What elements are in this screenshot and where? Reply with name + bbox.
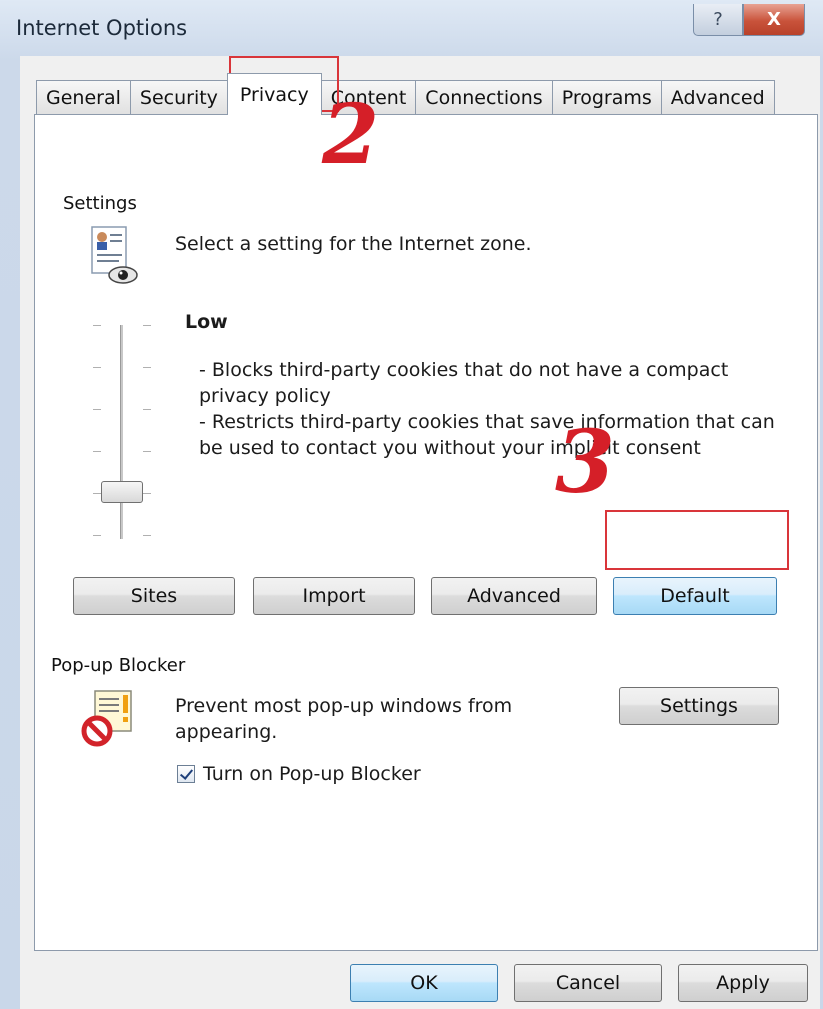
- slider-tick: [93, 493, 101, 494]
- slider-tick: [93, 451, 101, 452]
- tab-programs[interactable]: Programs: [551, 80, 662, 114]
- tab-security[interactable]: Security: [129, 80, 228, 114]
- window-title: Internet Options: [16, 16, 188, 40]
- slider-tick: [93, 535, 101, 536]
- apply-button[interactable]: Apply: [678, 964, 808, 1002]
- popup-blocker-checkbox[interactable]: [177, 765, 195, 783]
- sites-button[interactable]: Sites: [73, 577, 235, 615]
- slider-tick: [93, 325, 101, 326]
- slider-tick: [143, 325, 151, 326]
- privacy-level-description: - Blocks third-party cookies that do not…: [199, 357, 779, 461]
- level-desc-line-1: - Blocks third-party cookies that do not…: [199, 359, 729, 407]
- advanced-button[interactable]: Advanced: [431, 577, 597, 615]
- slider-track[interactable]: [120, 325, 123, 539]
- slider-tick: [93, 409, 101, 410]
- tab-general[interactable]: General: [36, 80, 131, 114]
- privacy-document-eye-icon: [89, 225, 139, 289]
- popup-settings-button[interactable]: Settings: [619, 687, 779, 725]
- step-2-annotation: 2: [322, 87, 380, 183]
- privacy-level-title: Low: [185, 311, 228, 333]
- popup-blocker-checkbox-label[interactable]: Turn on Pop-up Blocker: [203, 763, 421, 785]
- tab-advanced[interactable]: Advanced: [660, 80, 775, 114]
- title-buttons: ? X: [693, 4, 805, 36]
- slider-tick: [143, 493, 151, 494]
- slider-thumb[interactable]: [101, 481, 143, 503]
- settings-group-label: Settings: [63, 193, 147, 214]
- import-button[interactable]: Import: [253, 577, 415, 615]
- tab-connections[interactable]: Connections: [415, 80, 553, 114]
- popup-blocker-description: Prevent most pop-up windows from appeari…: [175, 695, 513, 743]
- popup-group-divider: [215, 667, 795, 668]
- popup-blocked-icon: [81, 689, 137, 749]
- zone-instruction-text: Select a setting for the Internet zone.: [175, 233, 532, 255]
- default-button-highlight-box: [605, 510, 789, 570]
- slider-tick: [143, 409, 151, 410]
- internet-options-window: Internet Options ? X General Security Pr…: [0, 0, 823, 1009]
- slider-tick: [143, 451, 151, 452]
- title-bar: Internet Options ? X: [0, 0, 823, 60]
- slider-tick: [143, 367, 151, 368]
- slider-tick: [93, 367, 101, 368]
- cancel-button[interactable]: Cancel: [514, 964, 662, 1002]
- step-3-annotation: 3: [555, 412, 615, 513]
- help-button[interactable]: ?: [693, 4, 743, 36]
- tab-strip: General Security Privacy Content Connect…: [36, 73, 775, 115]
- default-button[interactable]: Default: [613, 577, 777, 615]
- ok-button[interactable]: OK: [350, 964, 498, 1002]
- popup-blocker-group-label: Pop-up Blocker: [51, 655, 196, 676]
- close-button[interactable]: X: [743, 4, 805, 36]
- tab-privacy[interactable]: Privacy: [226, 73, 322, 115]
- settings-group-divider: [155, 205, 795, 206]
- slider-tick: [143, 535, 151, 536]
- level-desc-line-2: - Restricts third-party cookies that sav…: [199, 411, 775, 459]
- popup-blocker-checkbox-row[interactable]: Turn on Pop-up Blocker: [177, 763, 421, 785]
